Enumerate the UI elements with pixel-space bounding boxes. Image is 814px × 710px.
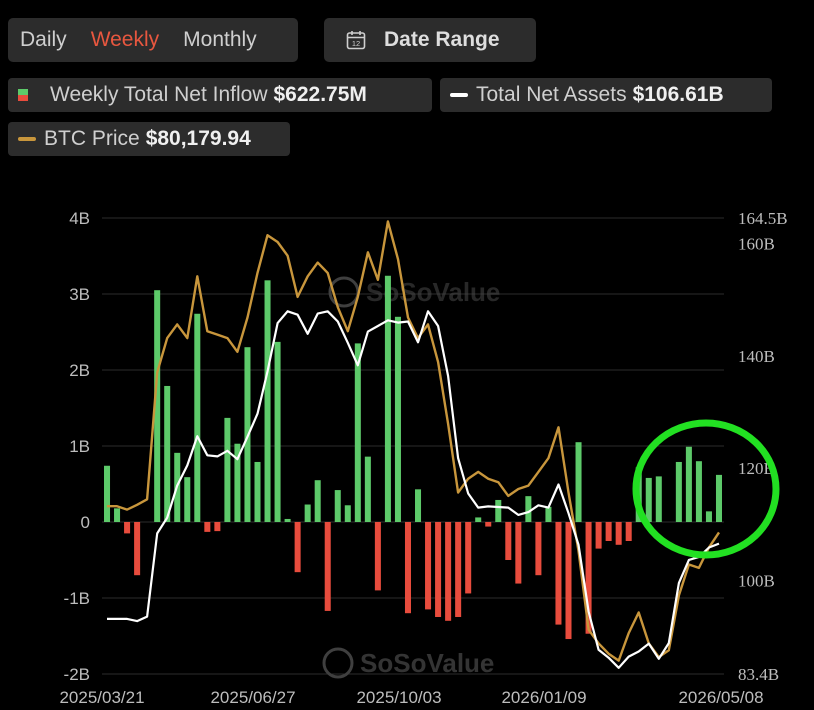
right-tick-label: 164.5B bbox=[738, 209, 788, 228]
x-tick-label: 2025/06/27 bbox=[210, 688, 295, 707]
inflow-bar bbox=[274, 341, 281, 522]
left-axis-labels: 4B 3B 2B 1B 0 -1B -2B bbox=[64, 209, 90, 684]
inflow-bar bbox=[254, 461, 261, 522]
inflow-bar bbox=[625, 522, 632, 541]
inflow-bar bbox=[605, 522, 612, 541]
inflow-bar bbox=[354, 343, 361, 522]
inflow-bar bbox=[595, 522, 602, 549]
inflow-bar bbox=[655, 476, 662, 522]
svg-text:SoSoValue: SoSoValue bbox=[360, 648, 494, 678]
inflow-bar bbox=[615, 522, 622, 545]
left-tick-label: -2B bbox=[64, 665, 90, 684]
inflow-bar bbox=[455, 522, 462, 617]
left-tick-label: 1B bbox=[69, 437, 90, 456]
inflow-bar bbox=[264, 280, 271, 522]
x-tick-label: 2026/01/09 bbox=[501, 688, 586, 707]
inflow-bar bbox=[525, 496, 532, 522]
inflow-bar bbox=[445, 522, 452, 621]
inflow-bar bbox=[114, 508, 121, 522]
right-tick-label: 160B bbox=[738, 234, 775, 253]
right-tick-label: 140B bbox=[738, 347, 775, 366]
inflow-bar bbox=[404, 522, 411, 614]
inflow-bar bbox=[575, 442, 582, 522]
inflow-bar bbox=[505, 522, 512, 560]
inflow-bar bbox=[715, 474, 722, 522]
inflow-bar bbox=[705, 511, 712, 522]
inflow-bar bbox=[284, 518, 291, 522]
inflow-bar bbox=[415, 489, 422, 522]
inflow-bar bbox=[204, 522, 211, 532]
inflow-bar bbox=[224, 417, 231, 522]
right-tick-label: 83.4B bbox=[738, 665, 779, 684]
inflow-bar bbox=[495, 499, 502, 522]
inflow-bar bbox=[104, 465, 111, 522]
x-tick-label: 2025/03/21 bbox=[59, 688, 144, 707]
inflow-bar bbox=[184, 477, 191, 522]
inflow-bar bbox=[465, 522, 472, 594]
inflow-chart: SoSoValue SoSoValue 4B3B2B1B0-1B-2B 164.… bbox=[59, 209, 788, 707]
left-tick-label: 0 bbox=[81, 513, 90, 532]
inflow-bar bbox=[435, 522, 442, 617]
inflow-bar bbox=[515, 522, 522, 584]
inflow-bar bbox=[194, 313, 201, 522]
inflow-bar bbox=[334, 490, 341, 522]
inflow-bar bbox=[475, 517, 482, 522]
left-tick-label: 2B bbox=[69, 361, 90, 380]
inflow-bar bbox=[394, 316, 401, 522]
inflow-bar bbox=[555, 522, 562, 625]
inflow-bar bbox=[304, 504, 311, 522]
right-tick-label: 100B bbox=[738, 572, 775, 591]
inflow-bar bbox=[535, 522, 542, 576]
left-tick-label: -1B bbox=[64, 589, 90, 608]
inflow-bar bbox=[214, 522, 221, 532]
x-tick-label: 2025/10/03 bbox=[356, 688, 441, 707]
left-tick-label: 4B bbox=[69, 209, 90, 228]
inflow-bar bbox=[485, 522, 492, 527]
inflow-bar bbox=[134, 522, 141, 576]
x-axis-labels: 2025/03/21 2025/06/27 2025/10/03 2026/01/09… bbox=[59, 688, 763, 707]
inflow-bar bbox=[374, 522, 381, 591]
inflow-bar bbox=[324, 522, 331, 611]
inflow-bar bbox=[425, 522, 432, 610]
inflow-bar bbox=[695, 461, 702, 522]
inflow-bar bbox=[545, 506, 552, 522]
inflow-bar bbox=[314, 480, 321, 522]
inflow-bar bbox=[124, 522, 131, 534]
left-tick-label: 3B bbox=[69, 285, 90, 304]
inflow-bar bbox=[294, 522, 301, 573]
inflow-bar bbox=[675, 461, 682, 522]
inflow-bar bbox=[685, 446, 692, 522]
inflow-bar bbox=[164, 385, 171, 522]
inflow-bar bbox=[384, 275, 391, 522]
inflow-bar bbox=[645, 477, 652, 522]
inflow-bar bbox=[344, 505, 351, 522]
x-tick-label: 2026/05/08 bbox=[678, 688, 763, 707]
inflow-bar bbox=[364, 456, 371, 522]
inflow-bar bbox=[565, 522, 572, 640]
